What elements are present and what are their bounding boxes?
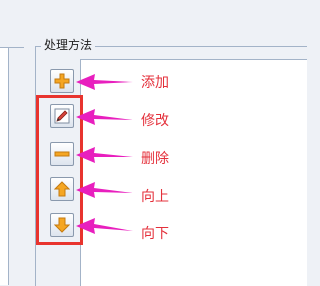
callout-add: 添加 [141,75,169,91]
callout-up: 向上 [141,189,169,205]
annotation-arrow-delete [76,147,133,163]
annotation-arrow-add [76,74,133,90]
callout-delete: 删除 [141,151,169,167]
callout-edit: 修改 [141,113,169,129]
annotation-arrow-edit [76,109,133,125]
annotation-arrow-up [76,182,133,198]
annotation-arrow-down [76,218,133,234]
callout-down: 向下 [141,226,169,242]
